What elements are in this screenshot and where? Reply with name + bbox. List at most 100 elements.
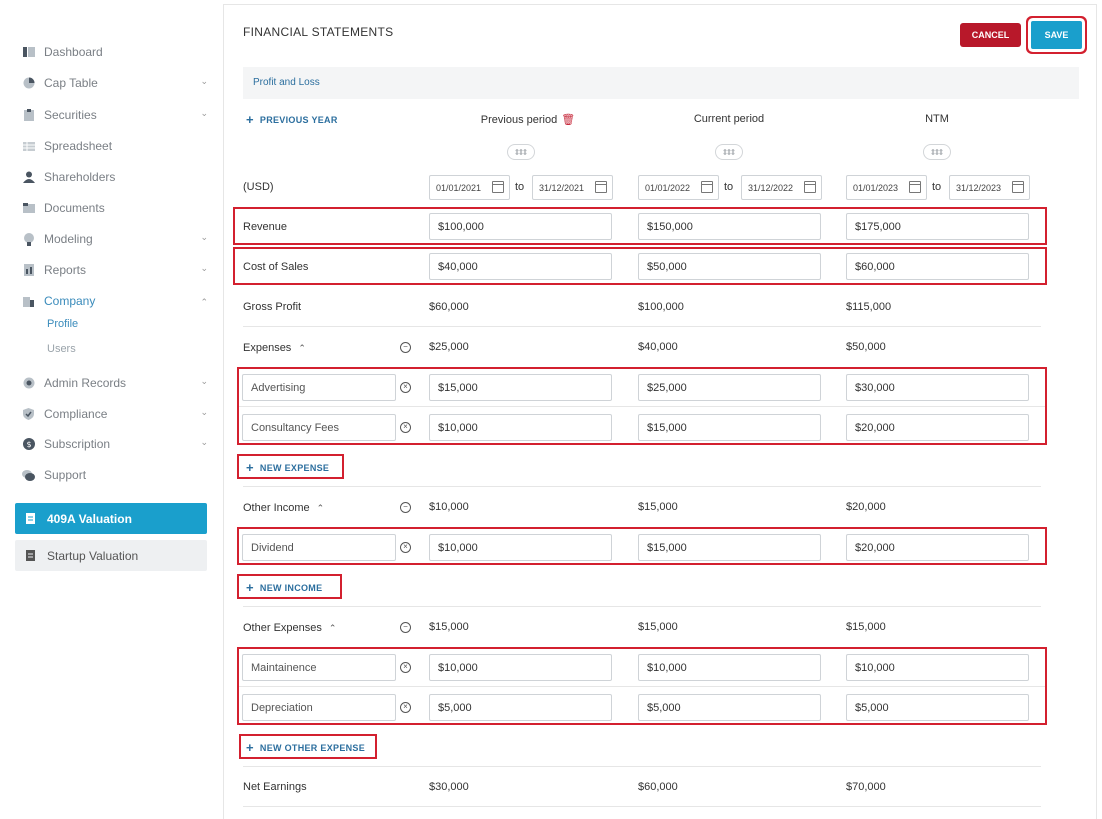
sidebar-item-admin-records[interactable]: Admin Records ⌄ xyxy=(22,373,212,393)
divider xyxy=(243,326,1041,327)
sidebar-item-spreadsheet[interactable]: Spreadsheet xyxy=(22,136,212,156)
sidebar-item-securities[interactable]: Securities ⌄ xyxy=(22,105,212,125)
income-ntm-input[interactable]: $20,000 xyxy=(846,534,1029,561)
new-income-button[interactable]: + NEW INCOME xyxy=(246,580,322,595)
remove-x-icon[interactable]: × xyxy=(400,382,411,393)
sidebar-item-documents[interactable]: Documents xyxy=(22,198,212,218)
expense-previous-input[interactable]: $15,000 xyxy=(429,374,612,401)
cost-of-sales-current-input[interactable]: $50,000 xyxy=(638,253,821,280)
income-current-input[interactable]: $15,000 xyxy=(638,534,821,561)
column-header-previous: Previous period 🗑 xyxy=(478,113,578,126)
remove-x-icon[interactable]: × xyxy=(400,662,411,673)
new-other-expense-button[interactable]: + NEW OTHER EXPENSE xyxy=(246,740,365,755)
sidebar-item-reports[interactable]: Reports ⌄ xyxy=(22,260,212,280)
expense-ntm-input[interactable]: $20,000 xyxy=(846,414,1029,441)
other-expense-name-input[interactable]: Depreciation xyxy=(242,694,396,721)
drag-handle-icon[interactable] xyxy=(715,144,743,160)
date-to-ntm[interactable]: 31/12/2023 xyxy=(949,175,1030,200)
chevron-down-icon: ⌄ xyxy=(200,76,208,86)
column-header-current: Current period xyxy=(693,113,765,125)
sidebar-item-compliance[interactable]: Compliance ⌄ xyxy=(22,404,212,424)
drag-handle-icon[interactable] xyxy=(507,144,535,160)
collapse-minus-icon[interactable]: − xyxy=(400,342,411,353)
sidebar-subitem-users[interactable]: Users xyxy=(47,343,76,355)
revenue-current-input[interactable]: $150,000 xyxy=(638,213,821,240)
drag-handle-icon[interactable] xyxy=(923,144,951,160)
valuation-409a-button[interactable]: 409A Valuation xyxy=(15,503,207,534)
net-earnings-current: $60,000 xyxy=(638,781,678,793)
other-income-toggle[interactable]: Other Income ⌃ xyxy=(243,502,324,514)
other-expenses-total-ntm: $15,000 xyxy=(846,621,886,633)
new-other-expense-label: NEW OTHER EXPENSE xyxy=(259,742,366,753)
revenue-ntm-input[interactable]: $175,000 xyxy=(846,213,1029,240)
remove-x-icon[interactable]: × xyxy=(400,702,411,713)
date-from-ntm[interactable]: 01/01/2023 xyxy=(846,175,927,200)
cancel-button[interactable]: CANCEL xyxy=(960,23,1021,47)
bulb-icon xyxy=(22,232,35,246)
chevron-down-icon: ⌄ xyxy=(200,376,208,386)
sidebar-item-label: Shareholders xyxy=(44,170,116,184)
sidebar-item-support[interactable]: Support xyxy=(22,465,212,485)
remove-x-icon[interactable]: × xyxy=(400,542,411,553)
expense-ntm-input[interactable]: $30,000 xyxy=(846,374,1029,401)
income-previous-input[interactable]: $10,000 xyxy=(429,534,612,561)
other-expense-current-input[interactable]: $5,000 xyxy=(638,694,821,721)
gross-profit-current: $100,000 xyxy=(638,301,684,313)
date-value: 31/12/2022 xyxy=(748,182,794,193)
currency-label: (USD) xyxy=(243,181,274,193)
other-expense-previous-input[interactable]: $10,000 xyxy=(429,654,612,681)
collapse-minus-icon[interactable]: − xyxy=(400,502,411,513)
remove-x-icon[interactable]: × xyxy=(400,422,411,433)
expenses-toggle[interactable]: Expenses ⌃ xyxy=(243,342,306,354)
sidebar-item-subscription[interactable]: $ Subscription ⌄ xyxy=(22,434,212,454)
sidebar-item-cap-table[interactable]: Cap Table ⌄ xyxy=(22,73,212,93)
new-expense-button[interactable]: + NEW EXPENSE xyxy=(246,460,329,475)
gross-profit-previous: $60,000 xyxy=(429,301,469,313)
other-expense-ntm-input[interactable]: $5,000 xyxy=(846,694,1029,721)
date-from-previous[interactable]: 01/01/2021 xyxy=(429,175,510,200)
expense-name-input[interactable]: Advertising xyxy=(242,374,396,401)
add-previous-year-button[interactable]: + PREVIOUS YEAR xyxy=(246,112,338,127)
sidebar-item-shareholders[interactable]: Shareholders xyxy=(22,167,212,187)
other-income-total-previous: $10,000 xyxy=(429,501,469,513)
new-expense-label: NEW EXPENSE xyxy=(259,462,330,473)
save-button[interactable]: SAVE xyxy=(1031,21,1082,49)
calendar-icon xyxy=(492,181,504,193)
sidebar-item-dashboard[interactable]: Dashboard xyxy=(22,42,212,62)
calendar-icon xyxy=(595,181,607,193)
sidebar-item-company[interactable]: Company ⌃ xyxy=(22,291,212,311)
expense-previous-input[interactable]: $10,000 xyxy=(429,414,612,441)
sidebar-item-modeling[interactable]: Modeling ⌄ xyxy=(22,229,212,249)
collapse-minus-icon[interactable]: − xyxy=(400,622,411,633)
cost-of-sales-previous-input[interactable]: $40,000 xyxy=(429,253,612,280)
date-to-previous[interactable]: 31/12/2021 xyxy=(532,175,613,200)
plus-icon: + xyxy=(246,740,254,755)
building-icon xyxy=(22,295,35,308)
cost-of-sales-ntm-input[interactable]: $60,000 xyxy=(846,253,1029,280)
date-value: 01/01/2022 xyxy=(645,182,691,193)
sidebar-item-label: Spreadsheet xyxy=(44,139,113,153)
sidebar-subitem-profile[interactable]: Profile xyxy=(47,318,78,330)
other-expense-name-input[interactable]: Maintainence xyxy=(242,654,396,681)
revenue-previous-input[interactable]: $100,000 xyxy=(429,213,612,240)
trash-icon[interactable]: 🗑 xyxy=(561,113,575,126)
expense-name-input[interactable]: Consultancy Fees xyxy=(242,414,396,441)
profit-and-loss-header: Profit and Loss xyxy=(243,67,1079,99)
other-expense-current-input[interactable]: $10,000 xyxy=(638,654,821,681)
gross-profit-label: Gross Profit xyxy=(243,301,302,313)
startup-valuation-label: Startup Valuation xyxy=(47,548,139,563)
expense-current-input[interactable]: $15,000 xyxy=(638,414,821,441)
divider xyxy=(239,406,1045,407)
date-from-current[interactable]: 01/01/2022 xyxy=(638,175,719,200)
expense-current-input[interactable]: $25,000 xyxy=(638,374,821,401)
income-name-input[interactable]: Dividend xyxy=(242,534,396,561)
other-expense-ntm-input[interactable]: $10,000 xyxy=(846,654,1029,681)
divider xyxy=(243,606,1041,607)
date-to-current[interactable]: 31/12/2022 xyxy=(741,175,822,200)
plus-icon: + xyxy=(246,112,254,127)
net-earnings-previous: $30,000 xyxy=(429,781,469,793)
startup-valuation-button[interactable]: Startup Valuation xyxy=(15,540,207,571)
pie-chart-icon xyxy=(22,77,35,90)
other-expenses-toggle[interactable]: Other Expenses ⌃ xyxy=(243,622,336,634)
other-expense-previous-input[interactable]: $5,000 xyxy=(429,694,612,721)
